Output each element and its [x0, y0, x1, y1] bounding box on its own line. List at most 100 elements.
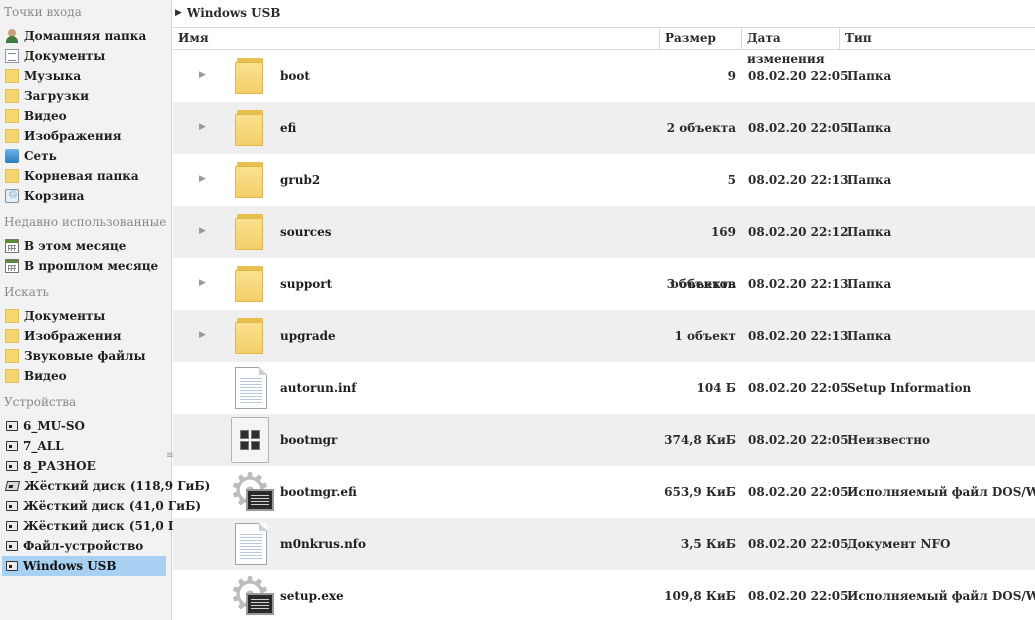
file-size: 109,8 КиБ: [664, 589, 736, 603]
expand-arrow-icon[interactable]: ▶: [199, 330, 206, 340]
file-name: sources: [280, 225, 332, 239]
sidebar-item[interactable]: 7_ALL: [2, 436, 166, 456]
sidebar-item[interactable]: Видео: [2, 106, 166, 126]
folder-icon: [235, 214, 265, 250]
file-type: Папка: [847, 225, 892, 239]
file-row[interactable]: ▶ upgrade 1 объект 08.02.20 22:13 Папка: [173, 310, 1035, 362]
column-date-header[interactable]: Дата изменения: [742, 28, 840, 66]
sidebar-item[interactable]: Изображения: [2, 126, 166, 146]
hard-disk-icon: [4, 481, 21, 491]
sidebar-item[interactable]: 6_MU-SO: [2, 416, 166, 436]
sidebar-item[interactable]: Документы: [2, 306, 166, 326]
folder-icon: [5, 169, 19, 183]
file-type: Папка: [847, 329, 892, 343]
file-row[interactable]: ▶boot9 объектов08.02.20 22:05Папка: [173, 50, 1035, 135]
file-date: 08.02.20 22:05: [748, 485, 849, 499]
sidebar-section-search: Искать: [4, 285, 50, 299]
expand-arrow-icon[interactable]: ▶: [199, 122, 206, 132]
column-type-header[interactable]: Тип: [840, 28, 1035, 49]
file-size: 2 объекта: [666, 121, 736, 135]
file-row[interactable]: ▶ support 3 объекта 08.02.20 22:13 Папка: [173, 258, 1035, 310]
file-name: m0nkrus.nfo: [280, 537, 366, 551]
sidebar-item-label: Видео: [24, 369, 67, 383]
drive-icon: [6, 441, 18, 451]
sidebar-item-label: Звуковые файлы: [24, 349, 146, 363]
sidebar-item[interactable]: 8_РАЗНОЕ: [2, 456, 166, 476]
file-row[interactable]: ▶grub25 объектов08.02.20 22:13Папка: [173, 154, 1035, 239]
file-type: Папка: [847, 69, 892, 83]
sidebar-item[interactable]: В этом месяце: [2, 236, 166, 256]
folder-icon: [5, 109, 19, 123]
file-type: Папка: [847, 173, 892, 187]
drive-icon: [6, 541, 18, 551]
unknown-file-icon: [231, 417, 269, 463]
file-name: grub2: [280, 173, 321, 187]
folder-icon: [235, 162, 265, 198]
file-row[interactable]: bootmgr 374,8 КиБ 08.02.20 22:05 Неизвестно: [173, 414, 1035, 466]
file-date: 08.02.20 22:13: [748, 277, 849, 291]
folder-icon: [235, 266, 265, 302]
file-name: setup.exe: [280, 589, 344, 603]
breadcrumb-current[interactable]: Windows USB: [187, 6, 280, 20]
sidebar-item[interactable]: Домашняя папка: [2, 26, 166, 46]
file-row[interactable]: autorun.inf 104 Б 08.02.20 22:05 Setup Info…: [173, 362, 1035, 414]
sidebar-item-label: Изображения: [24, 129, 122, 143]
breadcrumb-arrow-icon[interactable]: ▶: [175, 8, 182, 18]
file-name: autorun.inf: [280, 381, 357, 395]
file-size: 653,9 КиБ: [664, 485, 736, 499]
sidebar-item[interactable]: Файл-устройство: [2, 536, 166, 556]
file-row[interactable]: m0nkrus.nfo 3,5 КиБ 08.02.20 22:05 Документ…: [173, 518, 1035, 570]
sidebar-item[interactable]: Музыка: [2, 66, 166, 86]
sidebar-item[interactable]: В прошлом месяце: [2, 256, 166, 276]
column-size-header[interactable]: Размер: [660, 28, 742, 49]
sidebar-item[interactable]: Сеть: [2, 146, 166, 166]
sidebar-item-label: Корзина: [24, 189, 85, 203]
sidebar-item[interactable]: Документы: [2, 46, 166, 66]
sidebar-item[interactable]: Жёсткий диск (118,9 ГиБ): [2, 476, 210, 496]
file-size: 104 Б: [696, 381, 736, 395]
sidebar-item-label: Изображения: [24, 329, 122, 343]
expand-arrow-icon[interactable]: ▶: [199, 278, 206, 288]
column-name-header[interactable]: Имя: [173, 28, 660, 49]
sidebar: Точки входа Домашняя папка Документы Музык…: [0, 0, 210, 620]
file-date: 08.02.20 22:05: [748, 381, 849, 395]
text-file-icon: [235, 367, 267, 409]
sidebar-item-label: Документы: [24, 49, 106, 63]
sidebar-item[interactable]: Windows USB: [2, 556, 166, 576]
file-row[interactable]: ⚙ setup.exe 109,8 КиБ 08.02.20 22:05Исполня…: [173, 570, 1035, 620]
drive-icon: [6, 521, 18, 531]
sidebar-item-label: Видео: [24, 109, 67, 123]
file-row[interactable]: ⚙ bootmgr.efi 653,9 КиБ 08.02.20 22:05Испол…: [173, 466, 1035, 518]
folder-icon: [5, 329, 19, 343]
expand-arrow-icon[interactable]: ▶: [199, 70, 206, 80]
file-name: boot: [280, 69, 310, 83]
folder-icon: [5, 89, 19, 103]
sidebar-item[interactable]: Жёсткий диск (51,0 ГиБ): [2, 516, 201, 536]
file-size: 5 объектов: [671, 173, 736, 239]
file-size: 3 объекта: [666, 277, 736, 291]
sidebar-item[interactable]: Видео: [2, 366, 166, 386]
expand-arrow-icon[interactable]: ▶: [199, 226, 206, 236]
file-type: Неизвестно: [847, 433, 931, 447]
sidebar-item[interactable]: Корневая папка: [2, 166, 166, 186]
sidebar-item[interactable]: Звуковые файлы: [2, 346, 166, 366]
file-date: 08.02.20 22:05: [748, 537, 849, 551]
sidebar-item-label: Сеть: [24, 149, 57, 163]
file-row[interactable]: ▶ sources 169 объектов 08.02.20 22:12 Папка: [173, 206, 1035, 291]
calendar-icon: [5, 259, 19, 273]
file-date: 08.02.20 22:13: [748, 173, 849, 187]
file-name: support: [280, 277, 333, 291]
sidebar-item[interactable]: Жёсткий диск (41,0 ГиБ): [2, 496, 201, 516]
file-date: 08.02.20 22:05: [748, 589, 849, 603]
expand-arrow-icon[interactable]: ▶: [199, 174, 206, 184]
sidebar-item[interactable]: Загрузки: [2, 86, 166, 106]
sidebar-item-label: Документы: [24, 309, 106, 323]
sidebar-item-label: 8_РАЗНОЕ: [23, 459, 96, 473]
sidebar-item[interactable]: Изображения: [2, 326, 166, 346]
file-name: bootmgr.efi: [280, 485, 357, 499]
sidebar-item[interactable]: Корзина: [2, 186, 166, 206]
sidebar-section-recent: Недавно использованные: [4, 215, 167, 229]
file-row[interactable]: ▶ efi 2 объекта 08.02.20 22:05 Папка: [173, 102, 1035, 154]
folder-icon: [5, 69, 19, 83]
file-type: Исполняемый файл DOS/Windows: [847, 589, 1035, 603]
